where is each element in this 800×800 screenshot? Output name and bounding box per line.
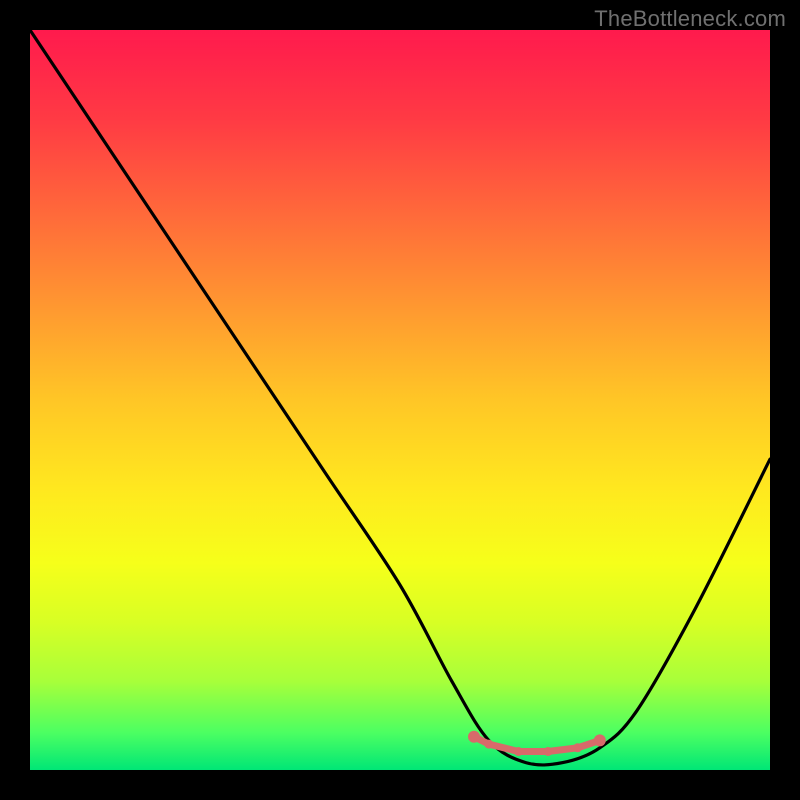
bottleneck-curve xyxy=(30,30,770,765)
optimal-point xyxy=(594,734,606,746)
curve-layer xyxy=(30,30,770,770)
optimal-point xyxy=(468,731,480,743)
watermark-text: TheBottleneck.com xyxy=(594,6,786,32)
optimal-range-markers xyxy=(468,731,606,756)
chart-frame: TheBottleneck.com xyxy=(0,0,800,800)
optimal-point xyxy=(514,747,523,756)
optimal-point xyxy=(573,743,582,752)
plot-area xyxy=(30,30,770,770)
optimal-point xyxy=(484,740,493,749)
optimal-point xyxy=(544,747,553,756)
